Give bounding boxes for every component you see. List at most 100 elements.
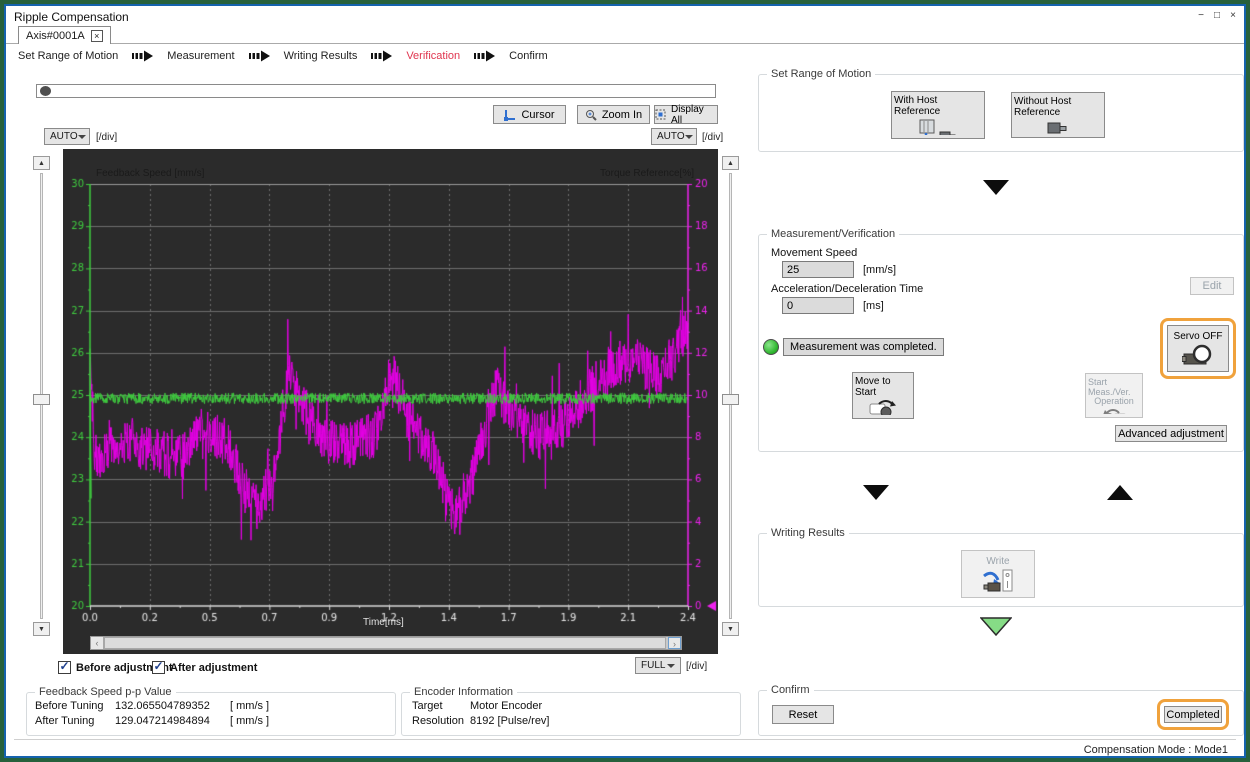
outer-frame: Ripple Compensation − □ × Axis#0001A × S…	[0, 0, 1250, 762]
step-set-range: Set Range of Motion	[18, 50, 118, 62]
time-div-unit: [/div]	[686, 661, 707, 672]
after-tuning-label: After Tuning	[35, 715, 94, 727]
start-meas-ver-button[interactable]: Start Meas./Ver. Operation	[1085, 373, 1143, 418]
tab-label: Axis#0001A	[26, 30, 85, 42]
ripple-compensation-window: Ripple Compensation − □ × Axis#0001A × S…	[4, 4, 1246, 758]
set-range-group: Set Range of Motion With Host Reference …	[758, 74, 1244, 152]
chart-hscrollbar-thumb[interactable]	[104, 637, 666, 649]
window-title: Ripple Compensation	[14, 10, 129, 24]
chevron-down-icon	[667, 664, 675, 668]
pp-value-group: Feedback Speed p-p Value Before Tuning 1…	[26, 692, 396, 736]
encoder-info-group: Encoder Information Target Motor Encoder…	[401, 692, 741, 736]
position-slider-thumb[interactable]	[40, 86, 51, 96]
left-trackbar-thumb[interactable]	[33, 394, 50, 405]
after-tuning-value: 129.047214984894	[115, 715, 210, 727]
after-adjustment-label: After adjustment	[170, 662, 257, 674]
left-trackbar-up-icon[interactable]: ▲	[33, 156, 50, 170]
right-scale-dropdown[interactable]: AUTO	[651, 128, 697, 145]
left-trackbar-down-icon[interactable]: ▼	[33, 622, 50, 636]
accel-time-input[interactable]	[782, 297, 854, 314]
ripple-chart: Feedback Speed [mm/s] Torque Reference[%…	[63, 149, 718, 654]
x-axis-title: Time[ms]	[363, 617, 404, 628]
maximize-button[interactable]: □	[1210, 9, 1224, 23]
without-host-reference-button[interactable]: Without Host Reference	[1011, 92, 1105, 138]
left-axis-title: Feedback Speed [mm/s]	[96, 168, 204, 179]
step-arrow-icon	[132, 50, 153, 62]
flow-arrow-down-icon	[863, 485, 889, 500]
encoder-target-value: Motor Encoder	[470, 700, 542, 712]
before-tuning-label: Before Tuning	[35, 700, 104, 712]
after-adjustment-checkbox[interactable]: ✓	[152, 661, 165, 674]
right-trackbar-up-icon[interactable]: ▲	[722, 156, 739, 170]
position-slider[interactable]	[36, 84, 716, 98]
encoder-resolution-label: Resolution	[412, 715, 464, 727]
right-div-unit: [/div]	[702, 132, 723, 143]
encoder-resolution-value: 8192 [Pulse/rev]	[470, 715, 550, 727]
step-measurement: Measurement	[167, 50, 234, 62]
zoom-in-button[interactable]: Zoom In	[577, 105, 650, 124]
statusbar-divider	[14, 739, 1236, 740]
magnifier-icon	[585, 109, 597, 121]
advanced-adjustment-button[interactable]: Advanced adjustment	[1115, 425, 1227, 442]
display-all-button[interactable]: Display All	[654, 105, 718, 124]
ripple-chart-canvas[interactable]	[63, 149, 718, 654]
completed-button[interactable]: Completed	[1164, 706, 1222, 723]
move-to-start-button[interactable]: Move to Start	[852, 372, 914, 419]
chevron-down-icon	[685, 135, 693, 139]
measurement-status-label: Measurement was completed.	[783, 338, 944, 356]
servo-lamp-icon	[1182, 344, 1214, 366]
right-trackbar-down-icon[interactable]: ▼	[722, 622, 739, 636]
time-scale-dropdown[interactable]: FULL	[635, 657, 681, 674]
flow-arrow-down-icon	[983, 180, 1009, 195]
right-axis-title: Torque Reference[%]	[600, 168, 694, 179]
flow-arrow-up-icon	[1107, 485, 1133, 500]
write-button[interactable]: Write	[961, 550, 1035, 598]
chevron-down-icon	[78, 135, 86, 139]
flow-arrow-green-icon	[980, 617, 1012, 637]
edit-button[interactable]: Edit	[1190, 277, 1234, 295]
confirm-group: Confirm Reset Completed	[758, 690, 1244, 736]
movement-speed-label: Movement Speed	[771, 247, 857, 259]
after-tuning-unit: [ mm/s ]	[230, 715, 269, 727]
left-div-unit: [/div]	[96, 132, 117, 143]
display-all-icon	[655, 109, 666, 120]
before-adjustment-checkbox[interactable]: ✓	[58, 661, 71, 674]
before-tuning-value: 132.065504789352	[115, 700, 210, 712]
accel-time-label: Acceleration/Deceleration Time	[771, 283, 923, 295]
writing-results-group: Writing Results Write	[758, 533, 1244, 607]
scroll-right-icon[interactable]: ›	[668, 637, 681, 649]
encoder-target-label: Target	[412, 700, 443, 712]
step-arrow-icon	[371, 50, 392, 62]
start-operation-icon	[1101, 408, 1127, 414]
step-writing-results: Writing Results	[284, 50, 358, 62]
step-confirm: Confirm	[509, 50, 548, 62]
left-scale-dropdown[interactable]: AUTO	[44, 128, 90, 145]
scroll-left-icon[interactable]: ‹	[91, 637, 104, 649]
tab-axis0001a[interactable]: Axis#0001A ×	[18, 26, 111, 44]
reset-button[interactable]: Reset	[772, 705, 834, 724]
compensation-mode-label: Compensation Mode : Mode1	[1084, 744, 1228, 756]
tab-close-icon[interactable]: ×	[91, 30, 103, 42]
cursor-button[interactable]: Cursor	[493, 105, 566, 124]
right-trackbar-thumb[interactable]	[722, 394, 739, 405]
host-controller-motor-icon	[919, 119, 957, 135]
movement-speed-unit: [mm/s]	[863, 264, 896, 276]
step-verification: Verification	[406, 50, 460, 62]
cursor-icon	[504, 109, 516, 121]
measurement-group: Measurement/Verification Movement Speed …	[758, 234, 1244, 452]
check-icon: ✓	[59, 659, 69, 673]
accel-time-unit: [ms]	[863, 300, 884, 312]
close-button[interactable]: ×	[1226, 9, 1240, 23]
tabstrip-divider	[6, 43, 1244, 44]
minimize-button[interactable]: −	[1194, 9, 1208, 23]
step-arrow-icon	[474, 50, 495, 62]
movement-speed-input[interactable]	[782, 261, 854, 278]
breadcrumb: Set Range of Motion Measurement Writing …	[18, 50, 548, 62]
chart-hscrollbar[interactable]: ‹ ›	[90, 636, 682, 650]
write-to-drive-icon	[982, 569, 1014, 593]
servo-off-button[interactable]: Servo OFF	[1167, 325, 1229, 372]
with-host-reference-button[interactable]: With Host Reference	[891, 91, 985, 139]
measurement-status-led	[763, 339, 779, 355]
before-tuning-unit: [ mm/s ]	[230, 700, 269, 712]
step-arrow-icon	[249, 50, 270, 62]
